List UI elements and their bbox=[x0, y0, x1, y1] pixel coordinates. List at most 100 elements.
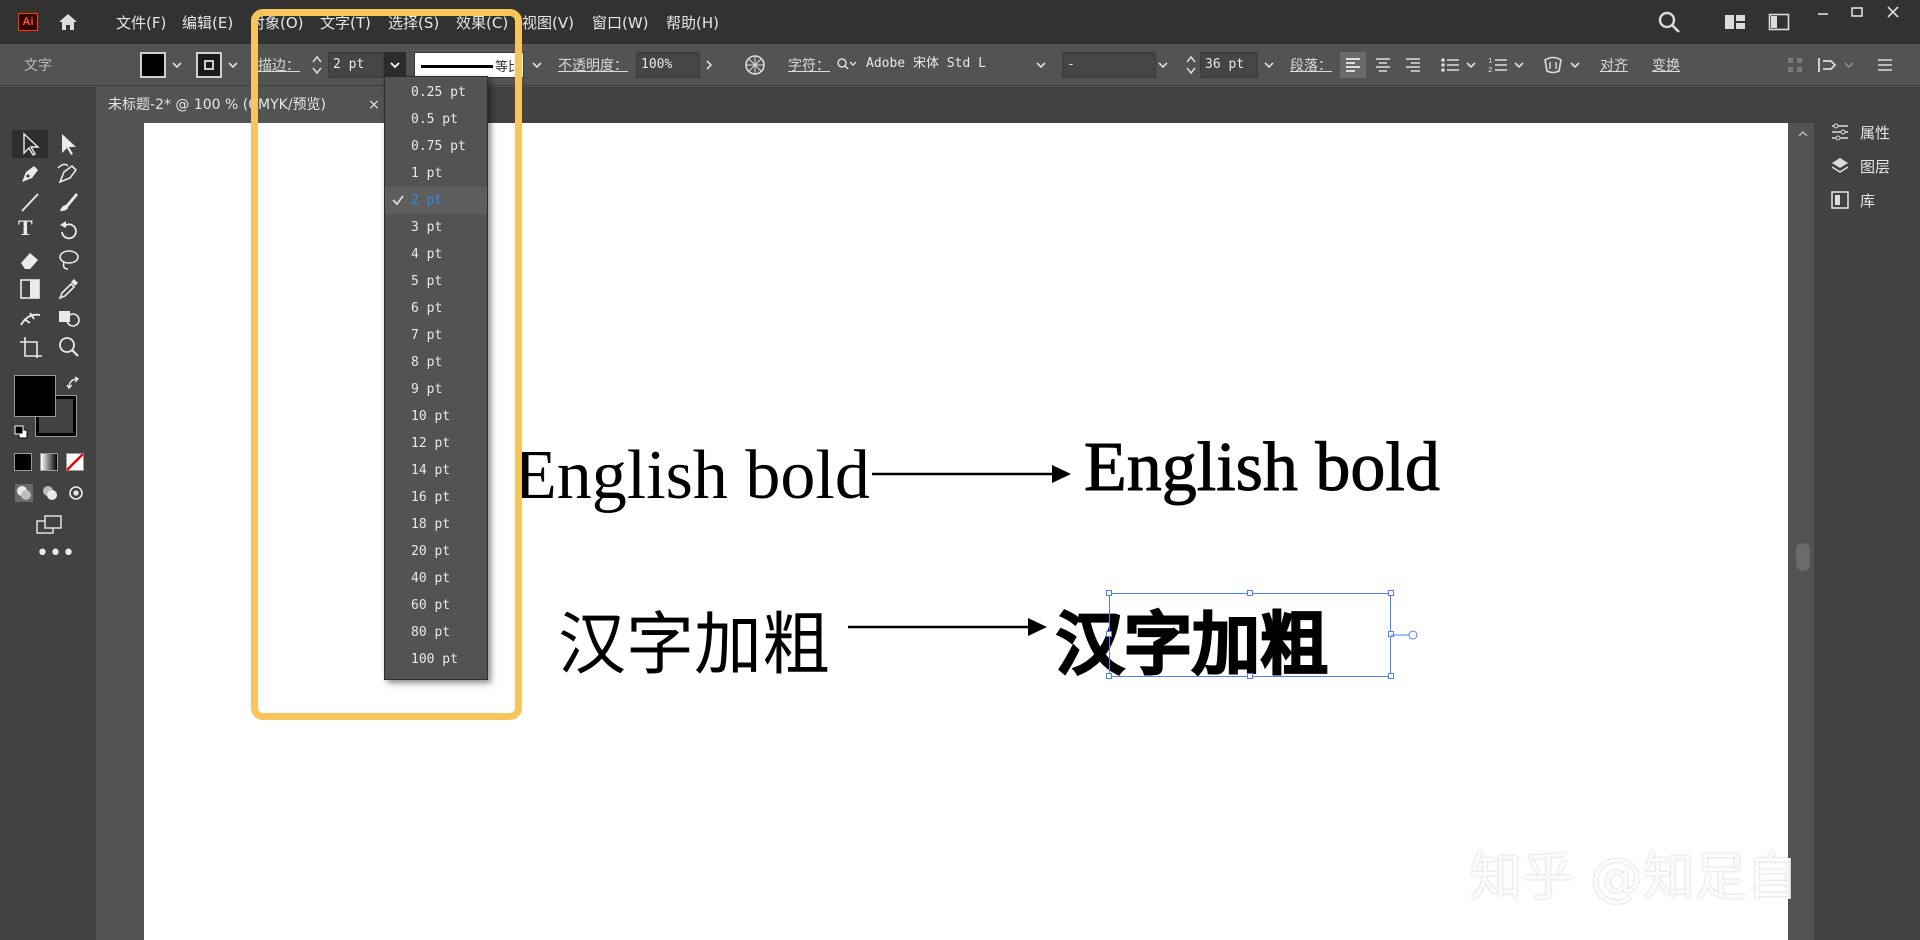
chevron-down-icon[interactable] bbox=[1262, 58, 1276, 72]
font-search-icon[interactable] bbox=[836, 56, 858, 74]
character-label[interactable]: 字符： bbox=[788, 55, 830, 75]
chevron-down-icon[interactable] bbox=[530, 58, 544, 72]
direct-selection-tool-icon[interactable] bbox=[54, 131, 84, 157]
menu-help[interactable]: 帮助(H) bbox=[666, 12, 719, 33]
workspace-switcher-icon[interactable] bbox=[1724, 12, 1746, 32]
selection-tool-icon[interactable] bbox=[16, 131, 46, 157]
recolor-icon[interactable] bbox=[744, 54, 766, 76]
bullet-list-icon[interactable] bbox=[1440, 56, 1460, 74]
draw-behind-icon[interactable] bbox=[40, 483, 60, 503]
layers-panel-button[interactable]: 图层 bbox=[1826, 151, 1918, 181]
chevron-down-icon[interactable] bbox=[1568, 58, 1582, 72]
english-regular-text[interactable]: English bold bbox=[514, 436, 870, 516]
glyph-icon[interactable] bbox=[1542, 54, 1564, 76]
font-size-input[interactable]: 36 pt bbox=[1200, 52, 1258, 78]
artboard-tool-icon[interactable] bbox=[16, 334, 46, 360]
type-tool-icon[interactable]: T bbox=[18, 215, 48, 241]
chevron-down-icon[interactable] bbox=[1512, 58, 1526, 72]
panel-menu-icon[interactable] bbox=[1876, 56, 1894, 74]
arrange-documents-icon[interactable] bbox=[1768, 12, 1790, 32]
selection-handle[interactable] bbox=[1388, 590, 1394, 596]
default-colors-icon[interactable] bbox=[14, 425, 28, 439]
selection-bounding-box[interactable] bbox=[1109, 593, 1391, 677]
app-logo: Ai bbox=[18, 13, 38, 31]
chevron-down-icon[interactable] bbox=[1464, 58, 1478, 72]
shape-builder-tool-icon[interactable] bbox=[54, 305, 84, 331]
gradient-tool-icon[interactable] bbox=[16, 276, 46, 302]
chinese-regular-text[interactable]: 汉字加粗 bbox=[558, 589, 830, 688]
eyedropper-tool-icon[interactable] bbox=[54, 276, 84, 302]
selection-handle[interactable] bbox=[1106, 631, 1112, 637]
properties-label: 属性 bbox=[1860, 124, 1891, 142]
numbered-list-icon[interactable]: 12 bbox=[1488, 56, 1508, 74]
menu-view[interactable]: 视图(V) bbox=[522, 12, 574, 33]
libraries-panel-button[interactable]: 库 bbox=[1826, 185, 1918, 215]
isolate-icon[interactable] bbox=[1816, 54, 1840, 76]
home-icon[interactable] bbox=[56, 10, 80, 34]
chevron-right-icon[interactable] bbox=[702, 58, 716, 72]
selection-handle[interactable] bbox=[1388, 673, 1394, 679]
opacity-label[interactable]: 不透明度： bbox=[558, 55, 628, 75]
gradient-mode-icon[interactable] bbox=[40, 453, 58, 471]
grid-icon[interactable] bbox=[1786, 56, 1804, 74]
close-window-icon[interactable] bbox=[1882, 4, 1904, 22]
text-threading-port-icon[interactable] bbox=[1391, 628, 1419, 642]
properties-panel-button[interactable]: 属性 bbox=[1826, 117, 1918, 147]
restore-icon[interactable] bbox=[1846, 4, 1868, 22]
color-mode-icon[interactable] bbox=[14, 453, 32, 471]
none-mode-icon[interactable] bbox=[66, 453, 84, 471]
minimize-icon[interactable] bbox=[1812, 4, 1834, 22]
tool-name-label: 文字 bbox=[24, 58, 52, 74]
stroke-swatch[interactable] bbox=[196, 52, 222, 78]
lasso-tool-icon[interactable] bbox=[54, 247, 84, 273]
align-right-icon[interactable] bbox=[1404, 56, 1422, 74]
draw-normal-icon[interactable] bbox=[14, 483, 34, 503]
selection-handle[interactable] bbox=[1106, 590, 1112, 596]
scrollbar-thumb[interactable] bbox=[1796, 543, 1810, 571]
screen-mode-icon[interactable] bbox=[34, 513, 64, 537]
fill-color-swatch[interactable] bbox=[14, 375, 56, 417]
more-tools-icon[interactable]: ••• bbox=[36, 543, 75, 565]
stepper-icon[interactable] bbox=[1186, 53, 1196, 77]
eraser-tool-icon[interactable] bbox=[16, 247, 46, 273]
scroll-up-icon[interactable] bbox=[1797, 129, 1809, 139]
vertical-scrollbar[interactable] bbox=[1792, 123, 1814, 940]
properties-icon bbox=[1832, 123, 1848, 141]
align-panel-link[interactable]: 对齐 bbox=[1600, 55, 1628, 75]
transform-panel-link[interactable]: 变换 bbox=[1652, 55, 1680, 75]
menu-edit[interactable]: 编辑(E) bbox=[182, 12, 233, 33]
align-center-icon[interactable] bbox=[1374, 56, 1392, 74]
pen-tool-icon[interactable] bbox=[16, 160, 46, 186]
right-panel-dock: 属性 图层 库 bbox=[1814, 87, 1920, 940]
chevron-down-icon[interactable] bbox=[226, 58, 240, 72]
selection-handle[interactable] bbox=[1247, 590, 1253, 596]
selection-handle[interactable] bbox=[1247, 673, 1253, 679]
layers-icon bbox=[1831, 158, 1849, 173]
curvature-tool-icon[interactable] bbox=[54, 160, 84, 186]
puppet-warp-tool-icon[interactable] bbox=[16, 305, 46, 331]
align-left-button[interactable] bbox=[1340, 52, 1366, 78]
font-style-input[interactable]: - bbox=[1062, 52, 1156, 78]
arrow-right-icon bbox=[872, 465, 1071, 483]
rotate-tool-icon[interactable] bbox=[54, 218, 84, 244]
menu-window[interactable]: 窗口(W) bbox=[592, 12, 649, 33]
search-icon[interactable] bbox=[1656, 9, 1682, 35]
chevron-down-icon[interactable] bbox=[1034, 58, 1048, 72]
paintbrush-tool-icon[interactable] bbox=[54, 189, 84, 215]
selection-handle[interactable] bbox=[1106, 673, 1112, 679]
chevron-down-icon[interactable] bbox=[1842, 58, 1856, 72]
chevron-down-icon[interactable] bbox=[1156, 58, 1170, 72]
menu-file[interactable]: 文件(F) bbox=[116, 12, 166, 33]
libraries-icon bbox=[1831, 191, 1849, 209]
chevron-down-icon[interactable] bbox=[170, 58, 184, 72]
english-bold-text[interactable]: English bold bbox=[1084, 428, 1441, 508]
swap-colors-icon[interactable] bbox=[66, 376, 82, 392]
draw-inside-icon[interactable] bbox=[66, 483, 86, 503]
opacity-input[interactable]: 100% bbox=[636, 52, 700, 78]
libraries-label: 库 bbox=[1860, 192, 1876, 210]
paragraph-label[interactable]: 段落： bbox=[1290, 55, 1332, 75]
line-tool-icon[interactable] bbox=[16, 189, 46, 215]
font-family-input[interactable]: Adobe 宋体 Std L bbox=[862, 52, 1050, 78]
zoom-tool-icon[interactable] bbox=[54, 334, 84, 360]
fill-swatch[interactable] bbox=[140, 52, 166, 78]
